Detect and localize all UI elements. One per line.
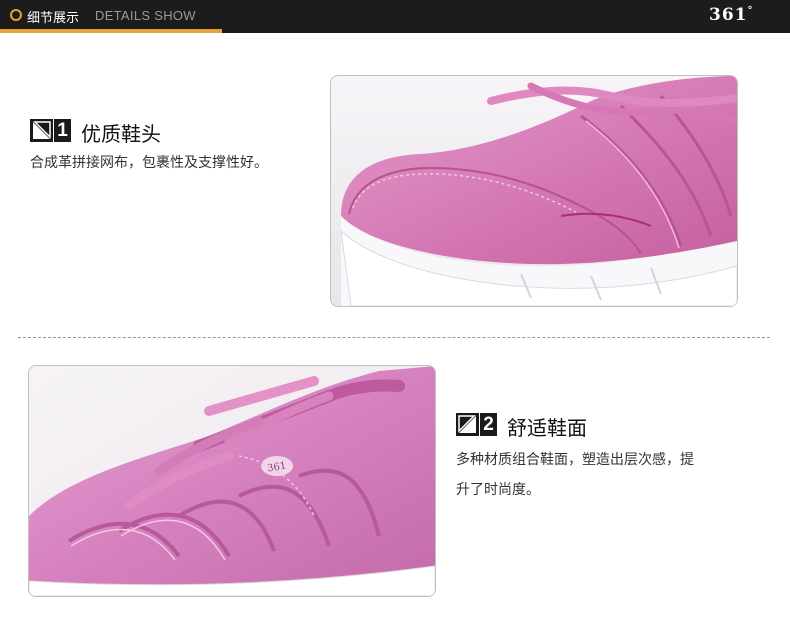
shoe-logo: 361 xyxy=(261,456,293,476)
feature-1-description-line: 合成革拼接网布，包裹性及支撑性好。 xyxy=(30,155,268,171)
feature-2-description-line: 升了时尚度。 xyxy=(456,482,540,498)
feature-2-number: 2 xyxy=(480,413,497,436)
diagonal-mark-icon xyxy=(456,413,479,436)
header-subtitle: DETAILS SHOW xyxy=(95,8,196,23)
header-title: 细节展示 xyxy=(27,11,80,26)
feature-1-mark: 1 xyxy=(30,119,72,142)
feature-2-mark: 2 xyxy=(456,413,498,436)
feature-1-number: 1 xyxy=(54,119,71,142)
brand-logo: 361° xyxy=(709,5,754,25)
toe-photo xyxy=(330,75,738,307)
shoe-toe-illustration xyxy=(331,76,737,306)
header-accent-line xyxy=(0,29,222,33)
upper-photo: 361 xyxy=(28,365,436,597)
feature-1-description: 合成革拼接网布，包裹性及支撑性好。 xyxy=(30,148,320,178)
feature-2-description: 多种材质组合鞋面，塑造出层次感，提 升了时尚度。 xyxy=(456,445,756,505)
section-divider xyxy=(18,337,770,338)
circle-icon xyxy=(10,9,22,21)
feature-2-title: 舒适鞋面 xyxy=(507,416,587,440)
diagonal-mark-icon xyxy=(30,119,53,142)
feature-1-title: 优质鞋头 xyxy=(81,122,161,146)
shoe-upper-illustration: 361 xyxy=(29,366,435,596)
feature-2-description-line: 多种材质组合鞋面，塑造出层次感，提 xyxy=(456,452,694,468)
header-bar: 细节展示 DETAILS SHOW 361° xyxy=(0,0,790,33)
